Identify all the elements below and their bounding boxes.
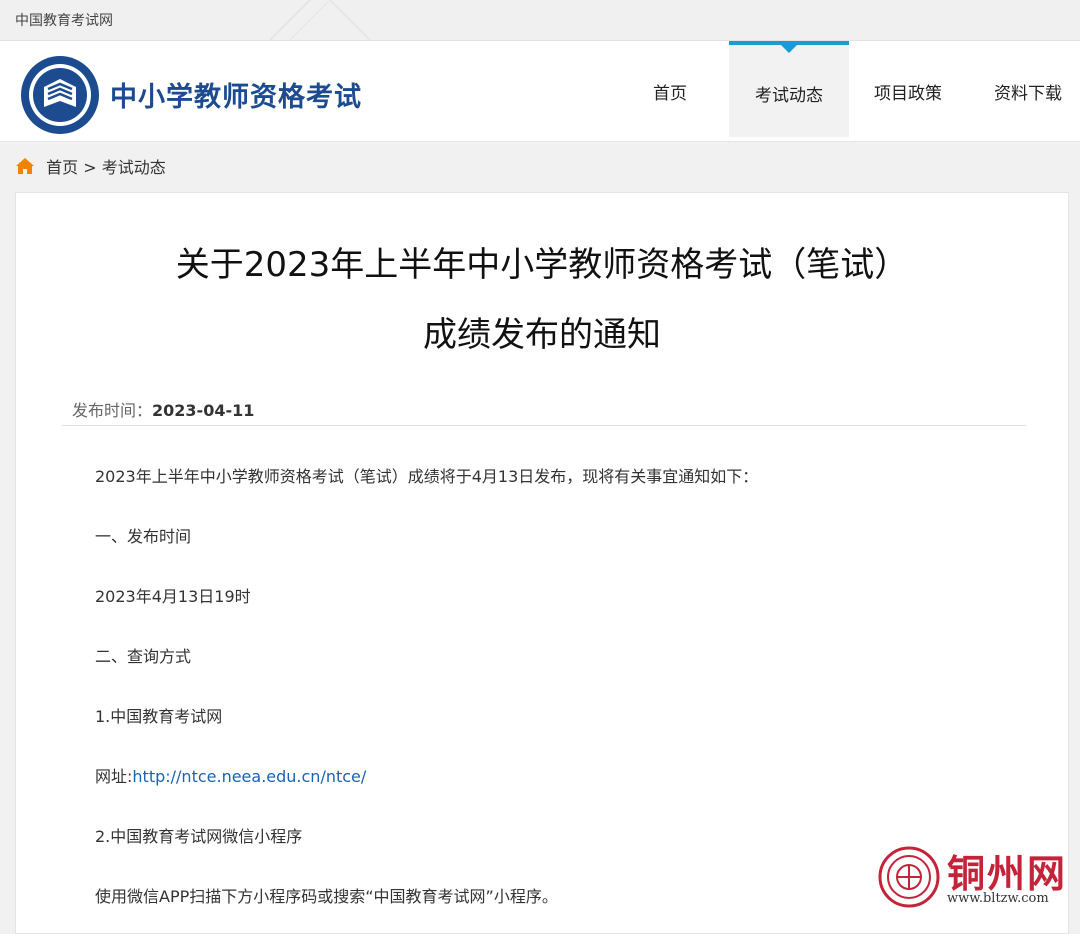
- paragraph: 2.中国教育考试网微信小程序: [95, 827, 303, 846]
- breadcrumb-current: 考试动态: [101, 158, 166, 177]
- watermark-name: 铜州网: [947, 851, 1068, 896]
- watermark-url: www.bltzw.com: [947, 891, 1049, 906]
- home-icon: [15, 157, 35, 179]
- watermark: 铜州网 www.bltzw.com: [875, 843, 1075, 913]
- watermark-seal-icon: [878, 846, 940, 908]
- nav-downloads[interactable]: 资料下载: [968, 41, 1080, 137]
- publish-date-value: 2023-04-11: [152, 401, 255, 420]
- decorative-lines: [270, 0, 371, 40]
- url-label: 网址:: [95, 767, 133, 786]
- publish-date-label: 发布时间：: [72, 401, 153, 420]
- nav-exam-news[interactable]: 考试动态: [729, 41, 849, 137]
- nav-home[interactable]: 首页: [610, 41, 730, 137]
- paragraph: 使用微信APP扫描下方小程序码或搜索“中国教育考试网”小程序。: [95, 887, 558, 906]
- exam-logo: [21, 56, 99, 134]
- paragraph: 2023年上半年中小学教师资格考试（笔试）成绩将于4月13日发布，现将有关事宜通…: [95, 467, 759, 486]
- publish-date: 发布时间：2023-04-11: [72, 397, 254, 421]
- breadcrumb-home[interactable]: 首页: [46, 158, 78, 177]
- site-name[interactable]: 中国教育考试网: [15, 10, 113, 30]
- header: 中小学教师资格考试 首页 考试动态 项目政策 资料下载: [0, 41, 1080, 142]
- nav-policy[interactable]: 项目政策: [848, 41, 968, 137]
- paragraph: 2023年4月13日19时: [95, 587, 251, 606]
- breadcrumb-separator: >: [83, 158, 97, 177]
- article-title-line2: 成绩发布的通知: [423, 315, 661, 355]
- brand-title: 中小学教师资格考试: [110, 82, 362, 113]
- paragraph: 一、发布时间: [95, 527, 192, 546]
- active-caret-icon: [781, 45, 797, 53]
- query-url-link[interactable]: http://ntce.neea.edu.cn/ntce/: [132, 767, 366, 786]
- nav-exam-news-label: 考试动态: [755, 86, 823, 106]
- url-paragraph: 网址:http://ntce.neea.edu.cn/ntce/: [95, 763, 366, 787]
- breadcrumb: 首页 > 考试动态: [15, 154, 166, 179]
- paragraph: 1.中国教育考试网: [95, 707, 223, 726]
- article-card: 关于2023年上半年中小学教师资格考试（笔试） 成绩发布的通知 发布时间：202…: [15, 192, 1069, 934]
- article-title-line1: 关于2023年上半年中小学教师资格考试（笔试）: [175, 245, 909, 285]
- divider: [62, 425, 1026, 426]
- top-bar: 中国教育考试网: [0, 0, 1080, 41]
- paragraph: 二、查询方式: [95, 647, 192, 666]
